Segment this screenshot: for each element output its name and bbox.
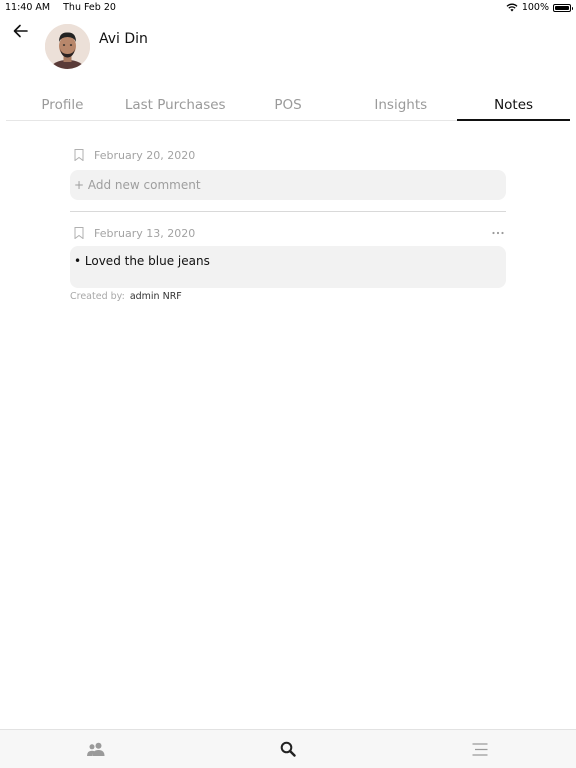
status-bar: 11:40 AM Thu Feb 20 100% bbox=[0, 0, 576, 14]
status-time: 11:40 AM bbox=[5, 2, 51, 13]
avatar bbox=[45, 24, 90, 69]
tab-bar: Profile Last Purchases POS Insights Note… bbox=[6, 92, 570, 121]
menu-nav-button[interactable] bbox=[384, 730, 576, 768]
menu-icon bbox=[472, 742, 488, 756]
divider bbox=[70, 211, 506, 212]
back-button[interactable] bbox=[11, 22, 31, 40]
bottom-nav bbox=[0, 729, 576, 768]
add-comment-input[interactable] bbox=[70, 170, 506, 200]
battery-percent: 100% bbox=[521, 2, 549, 13]
customer-photo bbox=[45, 24, 90, 69]
note-body[interactable]: • Loved the blue jeans bbox=[70, 246, 506, 288]
bookmark-icon[interactable] bbox=[74, 149, 84, 161]
battery-level bbox=[555, 5, 569, 10]
new-note-date: February 20, 2020 bbox=[94, 148, 196, 162]
customers-nav-button[interactable] bbox=[0, 730, 192, 768]
tab-notes[interactable]: Notes bbox=[457, 92, 570, 121]
new-note-header: February 20, 2020 bbox=[70, 147, 506, 163]
bookmark-icon[interactable] bbox=[74, 227, 84, 239]
note-header: February 13, 2020 bbox=[70, 225, 506, 241]
ellipsis-icon[interactable] bbox=[492, 231, 504, 235]
customer-name: Avi Din bbox=[99, 31, 148, 47]
people-icon bbox=[87, 742, 105, 756]
arrow-left-icon bbox=[13, 24, 28, 38]
note-date: February 13, 2020 bbox=[94, 226, 196, 240]
tab-insights[interactable]: Insights bbox=[344, 92, 457, 120]
tab-profile[interactable]: Profile bbox=[6, 92, 119, 120]
search-nav-button[interactable] bbox=[192, 730, 384, 768]
wifi-icon bbox=[506, 3, 518, 12]
tab-pos[interactable]: POS bbox=[232, 92, 345, 120]
status-date: Thu Feb 20 bbox=[63, 2, 116, 13]
created-by-label: Created by: bbox=[70, 291, 125, 302]
note-author: admin NRF bbox=[129, 291, 182, 302]
search-icon bbox=[280, 741, 296, 757]
battery-icon bbox=[553, 3, 573, 12]
note-created-by: Created by: admin NRF bbox=[70, 291, 182, 302]
tab-last-purchases[interactable]: Last Purchases bbox=[119, 92, 232, 120]
